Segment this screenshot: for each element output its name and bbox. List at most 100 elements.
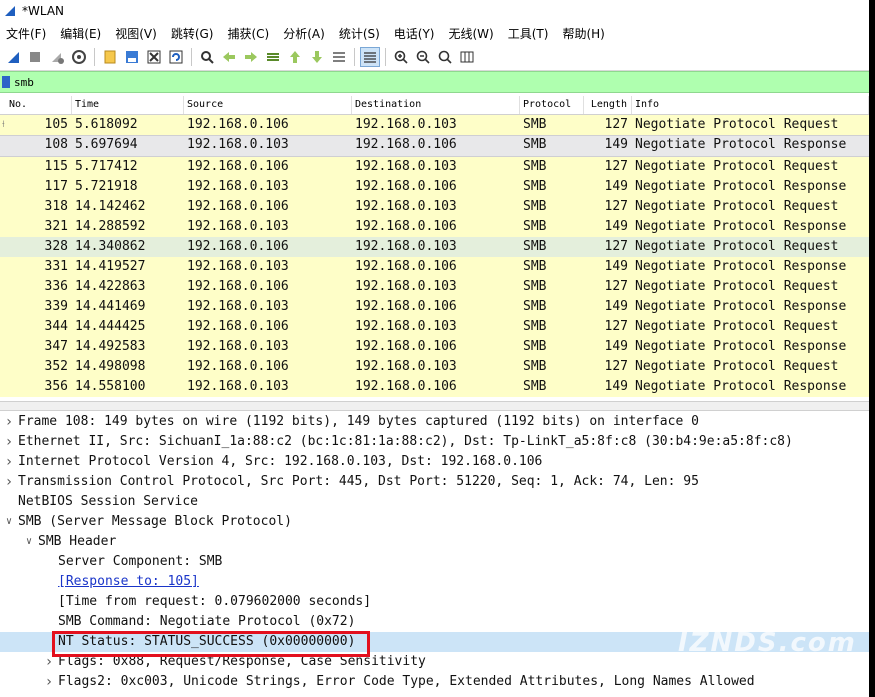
packet-row[interactable]: 331 14.419527 192.168.0.103 192.168.0.106 SM… [0, 257, 869, 277]
packet-cell-destination: 192.168.0.103 [355, 279, 457, 294]
packet-cell-source: 192.168.0.106 [187, 279, 289, 294]
auto-scroll-button[interactable] [329, 47, 349, 67]
packet-row[interactable]: 115 5.717412 192.168.0.106 192.168.0.103 SMB… [0, 157, 869, 177]
packet-list-header: No. Time Source Destination Protocol Length In… [0, 96, 869, 115]
zoom-normal-button[interactable] [435, 47, 455, 67]
column-header-source[interactable]: Source [184, 96, 352, 114]
packet-row[interactable]: ⟊ 105 5.618092 192.168.0.106 192.168.0.103 SM… [0, 115, 869, 135]
packet-row[interactable]: 321 14.288592 192.168.0.103 192.168.0.106 SM… [0, 217, 869, 237]
collapsed-arrow-icon[interactable]: › [0, 452, 18, 472]
colorize-button[interactable] [360, 47, 380, 67]
menu-item[interactable]: 跳转(G) [165, 25, 222, 42]
save-file-icon [126, 51, 138, 63]
collapsed-arrow-icon[interactable]: › [0, 432, 18, 452]
expanded-arrow-icon[interactable]: ∨ [20, 532, 38, 552]
menu-item[interactable]: 工具(T) [502, 25, 557, 42]
detail-tree-item[interactable]: Server Component: SMB [0, 552, 869, 572]
packet-row[interactable]: 318 14.142462 192.168.0.106 192.168.0.103 SM… [0, 197, 869, 217]
watermark-logo: IZNDS.com [678, 628, 857, 658]
go-first-button[interactable] [285, 47, 305, 67]
auto-scroll-icon [333, 52, 345, 62]
collapsed-arrow-icon[interactable]: › [40, 672, 58, 692]
detail-tree-item[interactable]: NetBIOS Session Service [0, 492, 869, 512]
column-header-destination[interactable]: Destination [352, 96, 520, 114]
menu-item[interactable]: 分析(A) [277, 25, 333, 42]
collapsed-arrow-icon[interactable]: › [0, 472, 18, 492]
zoom-out-button[interactable] [413, 47, 433, 67]
detail-tree-item[interactable]: ∨ SMB (Server Message Block Protocol) [0, 512, 869, 532]
packet-cell-destination: 192.168.0.106 [355, 339, 457, 354]
column-header-no[interactable]: No. [6, 96, 72, 114]
open-file-button[interactable] [100, 47, 120, 67]
packet-row[interactable]: 347 14.492583 192.168.0.103 192.168.0.106 SM… [0, 337, 869, 357]
menu-item[interactable]: 编辑(E) [54, 25, 109, 42]
zoom-in-button[interactable] [391, 47, 411, 67]
packet-cell-length: 127 [604, 319, 628, 334]
stop-capture-button[interactable] [25, 47, 45, 67]
menu-item[interactable]: 文件(F) [0, 25, 54, 42]
packet-cell-info: Negotiate Protocol Response [635, 299, 847, 314]
menu-item[interactable]: 帮助(H) [556, 25, 612, 42]
find-packet-button[interactable] [197, 47, 217, 67]
go-to-packet-button[interactable] [263, 47, 283, 67]
packet-row[interactable]: 352 14.498098 192.168.0.106 192.168.0.103 SM… [0, 357, 869, 377]
packet-cell-time: 14.419527 [75, 259, 146, 274]
open-file-icon [104, 50, 116, 64]
detail-tree-item[interactable]: › Internet Protocol Version 4, Src: 192.1… [0, 452, 869, 472]
restart-capture-button[interactable] [47, 47, 67, 67]
column-header-protocol[interactable]: Protocol [520, 96, 584, 114]
column-header-time[interactable]: Time [72, 96, 184, 114]
column-header-length[interactable]: Length [584, 96, 632, 114]
detail-tree-item[interactable]: › Transmission Control Protocol, Src Port… [0, 472, 869, 492]
menu-item[interactable]: 视图(V) [109, 25, 165, 42]
collapsed-arrow-icon[interactable]: › [0, 412, 18, 432]
packet-cell-no: 108 [44, 137, 68, 152]
packet-row[interactable]: 108 5.697694 192.168.0.103 192.168.0.106 SMB… [0, 135, 869, 157]
packet-cell-length: 127 [604, 199, 628, 214]
column-header-info[interactable]: Info [632, 96, 869, 114]
packet-row[interactable]: 356 14.558100 192.168.0.103 192.168.0.106 SM… [0, 377, 869, 397]
packet-row[interactable]: 117 5.721918 192.168.0.103 192.168.0.106 SMB… [0, 177, 869, 197]
packet-cell-length: 149 [604, 219, 628, 234]
menu-item[interactable]: 无线(W) [443, 25, 502, 42]
packet-list[interactable]: No. Time Source Destination Protocol Length In… [0, 96, 869, 401]
packet-cell-info: Negotiate Protocol Request [635, 239, 839, 254]
packet-cell-time: 5.721918 [75, 179, 138, 194]
detail-tree-item[interactable]: [Response to: 105] [0, 572, 869, 592]
start-capture-button[interactable] [3, 47, 23, 67]
packet-row[interactable]: 339 14.441469 192.168.0.103 192.168.0.106 SM… [0, 297, 869, 317]
capture-options-button[interactable] [69, 47, 89, 67]
packet-row[interactable]: 344 14.444425 192.168.0.106 192.168.0.103 SM… [0, 317, 869, 337]
packet-cell-source: 192.168.0.103 [187, 179, 289, 194]
go-back-button[interactable] [219, 47, 239, 67]
menu-item[interactable]: 统计(S) [333, 25, 388, 42]
detail-tree-item[interactable]: › Flags2: 0xc003, Unicode Strings, Error … [0, 672, 869, 692]
bookmark-icon[interactable] [2, 76, 10, 88]
detail-tree-item[interactable]: [Time from request: 0.079602000 seconds] [0, 592, 869, 612]
toolbar-separator [354, 48, 355, 66]
detail-tree-item[interactable]: ∨ SMB Header [0, 532, 869, 552]
pane-splitter[interactable] [0, 401, 869, 411]
display-filter-input[interactable]: smb [14, 76, 34, 89]
menu-item[interactable]: 电话(Y) [388, 25, 443, 42]
expanded-arrow-icon[interactable]: ∨ [0, 512, 18, 532]
menu-item[interactable]: 捕获(C) [221, 25, 277, 42]
packet-cell-destination: 192.168.0.106 [355, 179, 457, 194]
packet-cell-time: 14.340862 [75, 239, 146, 254]
packet-cell-destination: 192.168.0.106 [355, 379, 457, 394]
go-forward-button[interactable] [241, 47, 261, 67]
detail-tree-item[interactable]: › Frame 108: 149 bytes on wire (1192 bits… [0, 412, 869, 432]
packet-cell-info: Negotiate Protocol Request [635, 319, 839, 334]
save-file-button[interactable] [122, 47, 142, 67]
packet-row[interactable]: 328 14.340862 192.168.0.106 192.168.0.103 SM… [0, 237, 869, 257]
go-last-button[interactable] [307, 47, 327, 67]
packet-cell-no: 105 [44, 117, 68, 132]
reload-file-button[interactable] [166, 47, 186, 67]
response-link[interactable]: [Response to: 105] [58, 572, 199, 592]
detail-tree-item[interactable]: › Ethernet II, Src: SichuanI_1a:88:c2 (bc… [0, 432, 869, 452]
packet-cell-protocol: SMB [523, 339, 547, 354]
display-filter-bar[interactable]: smb [0, 71, 869, 93]
packet-row[interactable]: 336 14.422863 192.168.0.106 192.168.0.103 SM… [0, 277, 869, 297]
resize-columns-button[interactable] [457, 47, 477, 67]
close-file-button[interactable] [144, 47, 164, 67]
